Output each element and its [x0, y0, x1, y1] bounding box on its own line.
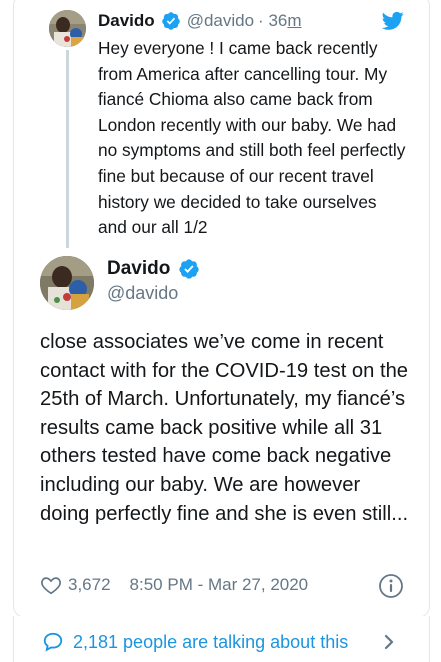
verified-badge-icon [179, 259, 199, 279]
time-unit: m [287, 11, 302, 30]
conversation-label[interactable]: 2,181 people are talking about this [73, 632, 348, 653]
thread-connector [66, 50, 69, 248]
separator-dot: · [258, 11, 264, 30]
avatar[interactable] [40, 256, 94, 310]
author-name[interactable]: Davido [98, 11, 155, 31]
chevron-right-icon[interactable] [380, 631, 398, 653]
thread-tweet-header: Davido @davido · 36m [98, 10, 302, 32]
author-handle[interactable]: @davido [187, 11, 254, 31]
tweet-meta-row: 3,672 8:50 PM - Mar 27, 2020 [40, 572, 410, 598]
tweet-timestamp[interactable]: 8:50 PM - Mar 27, 2020 [130, 575, 309, 595]
thread-tweet-text: Hey everyone ! I came back recently from… [98, 38, 406, 238]
verified-badge-icon [161, 12, 180, 30]
info-icon[interactable] [378, 573, 404, 599]
main-tweet-text: close associates we’ve come in recent co… [40, 331, 409, 525]
author-handle[interactable]: @davido [107, 283, 178, 304]
speech-bubble-icon [43, 632, 63, 652]
conversation-link[interactable]: 2,181 people are talking about this [42, 628, 404, 656]
thread-tweet: Davido @davido · 36m Hey everyone ! I ca… [0, 0, 441, 250]
twitter-bird-icon[interactable] [382, 11, 404, 31]
tweet-age[interactable]: · 36m [258, 11, 302, 31]
main-tweet-header: Davido [107, 258, 200, 280]
like-count[interactable]: 3,672 [68, 575, 111, 595]
author-name[interactable]: Davido [107, 258, 170, 280]
heart-icon[interactable] [40, 574, 62, 596]
time-value: 36 [268, 11, 288, 30]
avatar[interactable] [49, 10, 86, 47]
